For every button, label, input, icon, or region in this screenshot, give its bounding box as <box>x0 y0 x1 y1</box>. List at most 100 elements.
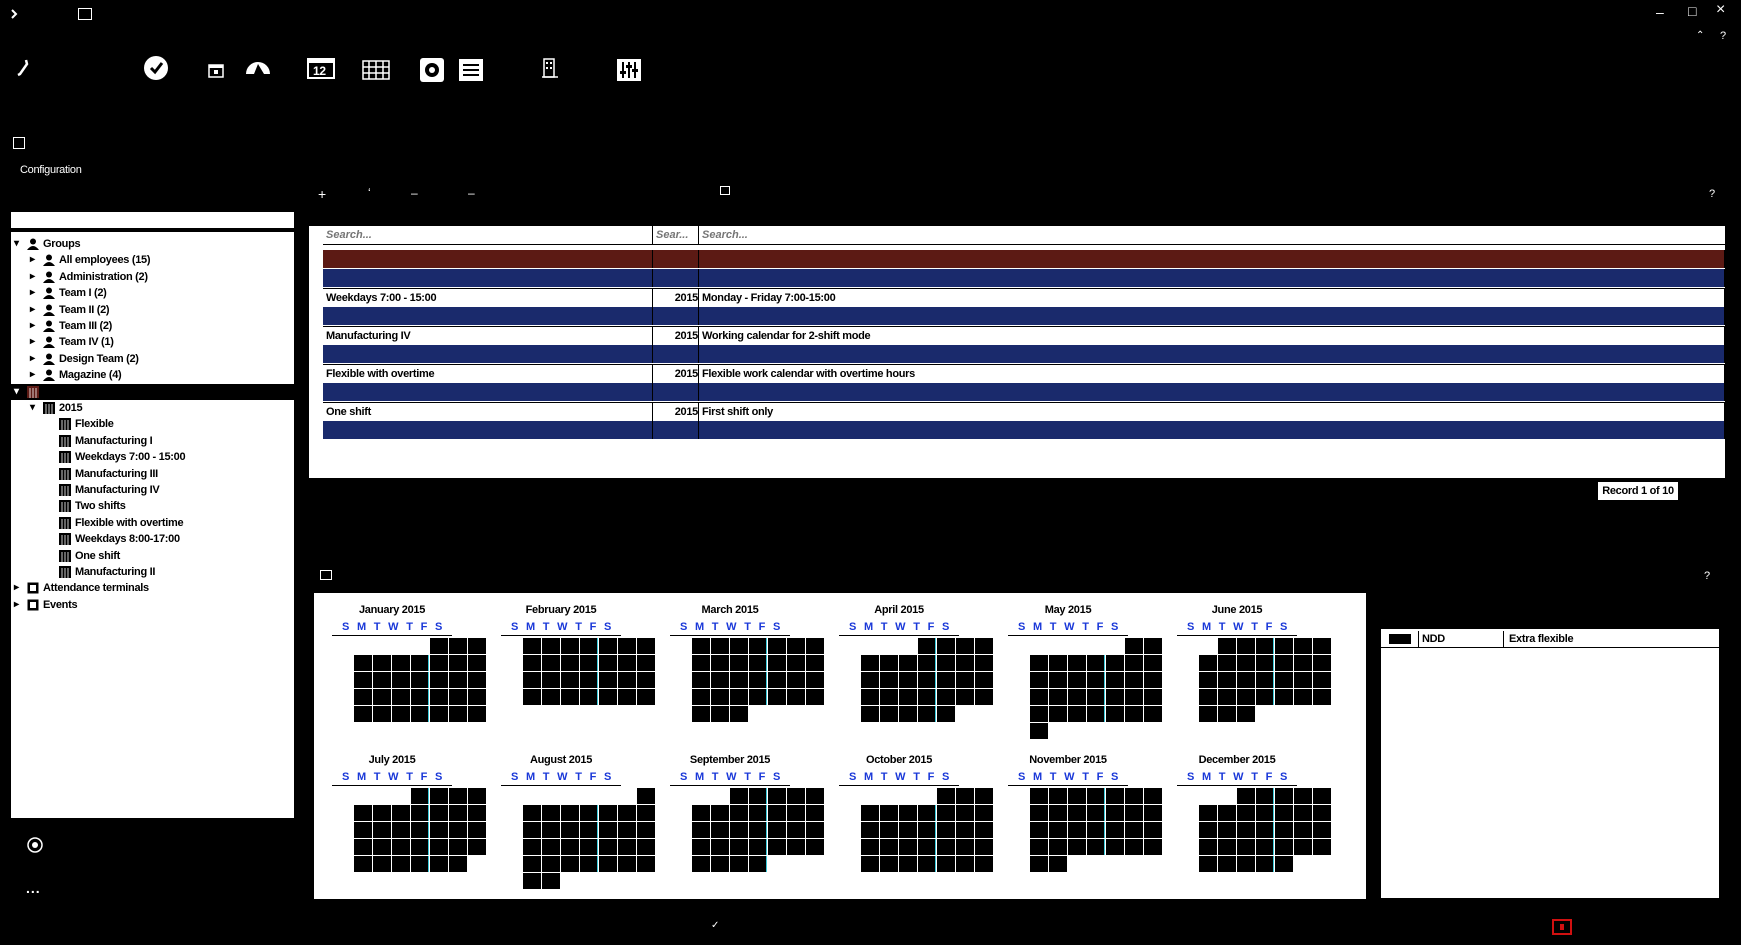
day-cell[interactable] <box>711 672 729 688</box>
day-cell[interactable] <box>1294 672 1312 688</box>
day-cell[interactable] <box>1218 655 1236 671</box>
day-cell[interactable] <box>542 839 560 855</box>
day-cell[interactable] <box>392 706 410 722</box>
day-cell[interactable] <box>1087 655 1105 671</box>
day-cell[interactable] <box>373 706 391 722</box>
day-cell[interactable] <box>1237 805 1255 821</box>
day-cell[interactable] <box>430 672 448 688</box>
day-cell[interactable] <box>1237 689 1255 705</box>
day-cell[interactable] <box>373 689 391 705</box>
ribbon-collapse-icon[interactable]: ⌃ <box>1696 30 1704 41</box>
day-cell[interactable] <box>730 788 748 804</box>
table-row[interactable]: Flexible with overtime 2015 Flexible work … <box>323 364 1725 383</box>
day-cell[interactable] <box>918 856 936 872</box>
day-cell[interactable] <box>1199 706 1217 722</box>
refresh-icon[interactable] <box>26 836 44 854</box>
day-cell[interactable] <box>711 655 729 671</box>
day-cell[interactable] <box>975 638 993 654</box>
minimize-button[interactable]: – <box>1656 4 1664 20</box>
day-cell[interactable] <box>730 689 748 705</box>
day-cell[interactable] <box>1144 706 1162 722</box>
day-cell[interactable] <box>1125 839 1143 855</box>
day-cell[interactable] <box>749 689 767 705</box>
day-cell[interactable] <box>806 805 824 821</box>
day-cell[interactable] <box>1087 822 1105 838</box>
day-cell[interactable] <box>637 805 655 821</box>
day-cell[interactable] <box>1068 788 1086 804</box>
calendar-help-button[interactable]: ? <box>1704 570 1710 582</box>
day-cell[interactable] <box>468 638 486 654</box>
day-cell[interactable] <box>768 672 786 688</box>
day-cell[interactable] <box>637 822 655 838</box>
gear-icon[interactable] <box>419 57 445 83</box>
tree-item[interactable]: Weekdays 7:00 - 15:00 <box>11 449 294 465</box>
day-cell[interactable] <box>354 805 372 821</box>
day-cell[interactable] <box>880 856 898 872</box>
day-cell[interactable] <box>1275 788 1293 804</box>
day-cell[interactable] <box>975 655 993 671</box>
remove-all-button[interactable]: – <box>468 186 475 200</box>
day-cell[interactable] <box>861 706 879 722</box>
day-cell[interactable] <box>580 655 598 671</box>
building-icon[interactable] <box>542 58 558 78</box>
day-cell[interactable] <box>806 672 824 688</box>
day-cell[interactable] <box>542 873 560 889</box>
day-cell[interactable] <box>861 689 879 705</box>
day-cell[interactable] <box>1237 672 1255 688</box>
day-cell[interactable] <box>1275 839 1293 855</box>
day-cell[interactable] <box>1106 805 1124 821</box>
day-cell[interactable] <box>373 672 391 688</box>
day-cell[interactable] <box>468 689 486 705</box>
day-cell[interactable] <box>1294 689 1312 705</box>
day-cell[interactable] <box>523 822 541 838</box>
sliders-icon[interactable] <box>616 58 642 82</box>
day-cell[interactable] <box>1049 706 1067 722</box>
tree-item[interactable]: Manufacturing IV <box>11 482 294 498</box>
day-cell[interactable] <box>1237 638 1255 654</box>
day-cell[interactable] <box>1144 672 1162 688</box>
chevron-right-icon[interactable]: ▸ <box>30 285 40 301</box>
day-cell[interactable] <box>1125 689 1143 705</box>
chevron-down-icon[interactable]: ▾ <box>30 400 40 416</box>
day-cell[interactable] <box>1275 655 1293 671</box>
day-cell[interactable] <box>430 689 448 705</box>
day-cell[interactable] <box>599 856 617 872</box>
chevron-right-icon[interactable]: ▸ <box>30 334 40 350</box>
day-cell[interactable] <box>937 788 955 804</box>
tree-item[interactable]: Manufacturing I <box>11 433 294 449</box>
day-cell[interactable] <box>430 856 448 872</box>
day-cell[interactable] <box>1218 689 1236 705</box>
day-cell[interactable] <box>449 706 467 722</box>
tree-item[interactable]: ▾ 2015 <box>11 400 294 416</box>
day-cell[interactable] <box>1294 638 1312 654</box>
chevron-down-icon[interactable]: ▾ <box>14 236 24 252</box>
day-cell[interactable] <box>1313 689 1331 705</box>
day-cell[interactable] <box>430 788 448 804</box>
day-cell[interactable] <box>749 822 767 838</box>
tree-item[interactable]: Flexible with overtime <box>11 515 294 531</box>
day-cell[interactable] <box>937 655 955 671</box>
day-cell[interactable] <box>580 672 598 688</box>
day-cell[interactable] <box>1218 805 1236 821</box>
day-cell[interactable] <box>1030 689 1048 705</box>
day-cell[interactable] <box>880 689 898 705</box>
day-cell[interactable] <box>468 839 486 855</box>
table-row[interactable]: Manufacturing IV 2015 Working calendar for… <box>323 326 1725 345</box>
day-cell[interactable] <box>861 805 879 821</box>
day-cell[interactable] <box>1294 839 1312 855</box>
day-cell[interactable] <box>956 839 974 855</box>
day-cell[interactable] <box>899 689 917 705</box>
day-cell[interactable] <box>937 839 955 855</box>
day-cell[interactable] <box>1049 856 1067 872</box>
day-cell[interactable] <box>1256 788 1274 804</box>
wrench-icon[interactable] <box>14 58 34 78</box>
day-cell[interactable] <box>430 655 448 671</box>
day-cell[interactable] <box>468 655 486 671</box>
day-cell[interactable] <box>637 856 655 872</box>
day-cell[interactable] <box>1049 788 1067 804</box>
day-cell[interactable] <box>861 672 879 688</box>
day-cell[interactable] <box>880 822 898 838</box>
day-cell[interactable] <box>1030 672 1048 688</box>
day-cell[interactable] <box>749 839 767 855</box>
day-cell[interactable] <box>561 856 579 872</box>
